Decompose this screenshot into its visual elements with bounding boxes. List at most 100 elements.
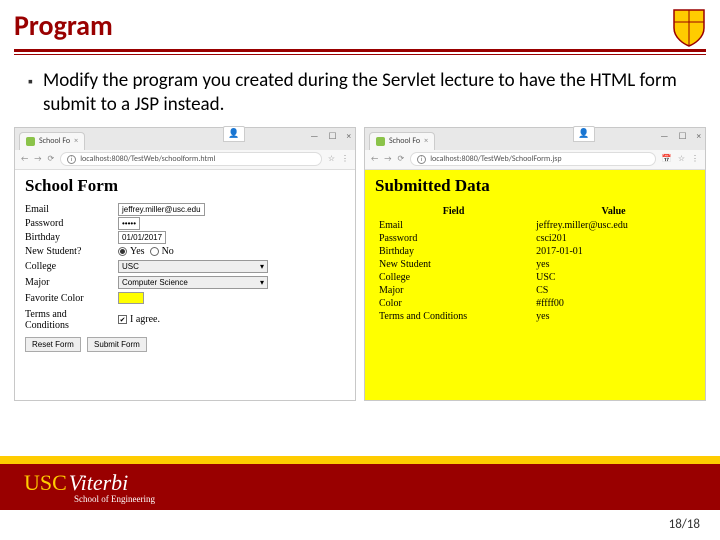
maximize-icon[interactable]: ☐	[678, 131, 686, 142]
usc-logo: USCViterbi	[24, 470, 128, 496]
screenshots-row: School Fo × 👤 — ☐ × ← → ⟳ i localhost:80…	[0, 127, 720, 401]
info-icon[interactable]: i	[67, 155, 76, 164]
table-row: CollegeUSC	[375, 271, 695, 284]
browser-tab[interactable]: School Fo ×	[369, 132, 435, 150]
divider	[14, 49, 706, 52]
menu-icon[interactable]: ⋮	[691, 154, 699, 164]
close-tab-icon[interactable]: ×	[74, 136, 78, 146]
cell-field: Color	[375, 297, 532, 310]
window-buttons: — ☐ ×	[310, 131, 351, 142]
terms-label: Terms and Conditions	[25, 309, 110, 331]
translate-icon[interactable]: 📅	[662, 154, 672, 164]
cell-value: jeffrey.miller@usc.edu	[532, 219, 695, 232]
url-text: localhost:8080/TestWeb/schoolform.html	[80, 154, 215, 164]
address-bar: ← → ⟳ i localhost:8080/TestWeb/schoolfor…	[15, 150, 355, 170]
color-field[interactable]	[118, 292, 144, 304]
major-select[interactable]: Computer Science▾	[118, 276, 268, 289]
table-row: Color#ffff00	[375, 297, 695, 310]
page-number: 18/18	[669, 517, 700, 532]
window-chrome: School Fo × 👤 — ☐ ×	[365, 128, 705, 150]
close-icon[interactable]: ×	[347, 131, 351, 142]
profile-icon[interactable]: 👤	[573, 126, 595, 142]
usc-sublabel: School of Engineering	[74, 494, 155, 504]
table-row: Emailjeffrey.miller@usc.edu	[375, 219, 695, 232]
url-input[interactable]: i localhost:8080/TestWeb/schoolform.html	[60, 152, 322, 166]
back-icon[interactable]: ←	[371, 154, 378, 164]
radio-no[interactable]	[150, 247, 159, 256]
cell-field: Password	[375, 232, 532, 245]
bookmark-icon[interactable]: ☆	[328, 154, 335, 164]
color-label: Favorite Color	[25, 293, 110, 304]
form-heading: School Form	[25, 176, 345, 196]
window-chrome: School Fo × 👤 — ☐ ×	[15, 128, 355, 150]
browser-left: School Fo × 👤 — ☐ × ← → ⟳ i localhost:80…	[14, 127, 356, 401]
cell-value: CS	[532, 284, 695, 297]
forward-icon[interactable]: →	[34, 154, 41, 164]
th-value: Value	[532, 204, 695, 219]
bullet-text: Modify the program you created during th…	[43, 69, 692, 117]
table-row: Terms and Conditionsyes	[375, 310, 695, 323]
cell-field: Email	[375, 219, 532, 232]
url-input[interactable]: i localhost:8080/TestWeb/SchoolForm.jsp	[410, 152, 656, 166]
cell-field: Terms and Conditions	[375, 310, 532, 323]
bookmark-icon[interactable]: ☆	[678, 154, 685, 164]
table-row: Birthday2017-01-01	[375, 245, 695, 258]
slide: Program ▪ Modify the program you created…	[0, 0, 720, 540]
password-field[interactable]: •••••	[118, 217, 140, 230]
url-text: localhost:8080/TestWeb/SchoolForm.jsp	[430, 154, 561, 164]
divider	[14, 54, 706, 55]
slide-title: Program	[14, 8, 706, 43]
college-select[interactable]: USC▾	[118, 260, 268, 273]
browser-tab[interactable]: School Fo ×	[19, 132, 85, 150]
window-buttons: — ☐ ×	[660, 131, 701, 142]
cell-field: College	[375, 271, 532, 284]
result-heading: Submitted Data	[375, 176, 695, 196]
terms-checkbox[interactable]	[118, 315, 127, 324]
submit-button[interactable]: Submit Form	[87, 337, 147, 352]
cell-field: Birthday	[375, 245, 532, 258]
college-label: College	[25, 261, 110, 272]
back-icon[interactable]: ←	[21, 154, 28, 164]
title-bar: Program	[0, 0, 720, 47]
menu-icon[interactable]: ⋮	[341, 154, 349, 164]
cell-value: #ffff00	[532, 297, 695, 310]
page-content-right: Submitted Data Field Value Emailjeffrey.…	[365, 170, 705, 400]
result-table: Field Value Emailjeffrey.miller@usc.eduP…	[375, 204, 695, 323]
address-bar: ← → ⟳ i localhost:8080/TestWeb/SchoolFor…	[365, 150, 705, 170]
th-field: Field	[375, 204, 532, 219]
cell-value: USC	[532, 271, 695, 284]
table-row: MajorCS	[375, 284, 695, 297]
table-row: Passwordcsci201	[375, 232, 695, 245]
bullet-item: ▪ Modify the program you created during …	[28, 69, 692, 117]
reload-icon[interactable]: ⟳	[48, 154, 55, 164]
profile-icon[interactable]: 👤	[223, 126, 245, 142]
radio-yes[interactable]	[118, 247, 127, 256]
page-content-left: School Form Emailjeffrey.miller@usc.edu …	[15, 170, 355, 362]
tab-title: School Fo	[39, 136, 70, 146]
email-label: Email	[25, 204, 110, 215]
minimize-icon[interactable]: —	[660, 131, 668, 142]
cell-value: yes	[532, 258, 695, 271]
major-label: Major	[25, 277, 110, 288]
cell-field: New Student	[375, 258, 532, 271]
table-row: New Studentyes	[375, 258, 695, 271]
forward-icon[interactable]: →	[384, 154, 391, 164]
usc-shield-icon	[672, 8, 706, 53]
email-field[interactable]: jeffrey.miller@usc.edu	[118, 203, 205, 216]
reset-button[interactable]: Reset Form	[25, 337, 81, 352]
minimize-icon[interactable]: —	[310, 131, 318, 142]
reload-icon[interactable]: ⟳	[398, 154, 405, 164]
cell-value: 2017-01-01	[532, 245, 695, 258]
info-icon[interactable]: i	[417, 155, 426, 164]
chevron-down-icon: ▾	[260, 278, 264, 287]
password-label: Password	[25, 218, 110, 229]
close-tab-icon[interactable]: ×	[424, 136, 428, 146]
close-icon[interactable]: ×	[697, 131, 701, 142]
tab-title: School Fo	[389, 136, 420, 146]
favicon-icon	[376, 137, 385, 146]
cell-field: Major	[375, 284, 532, 297]
maximize-icon[interactable]: ☐	[328, 131, 336, 142]
chevron-down-icon: ▾	[260, 262, 264, 271]
birthday-field[interactable]: 01/01/2017	[118, 231, 166, 244]
browser-right: School Fo × 👤 — ☐ × ← → ⟳ i localhost:80…	[364, 127, 706, 401]
